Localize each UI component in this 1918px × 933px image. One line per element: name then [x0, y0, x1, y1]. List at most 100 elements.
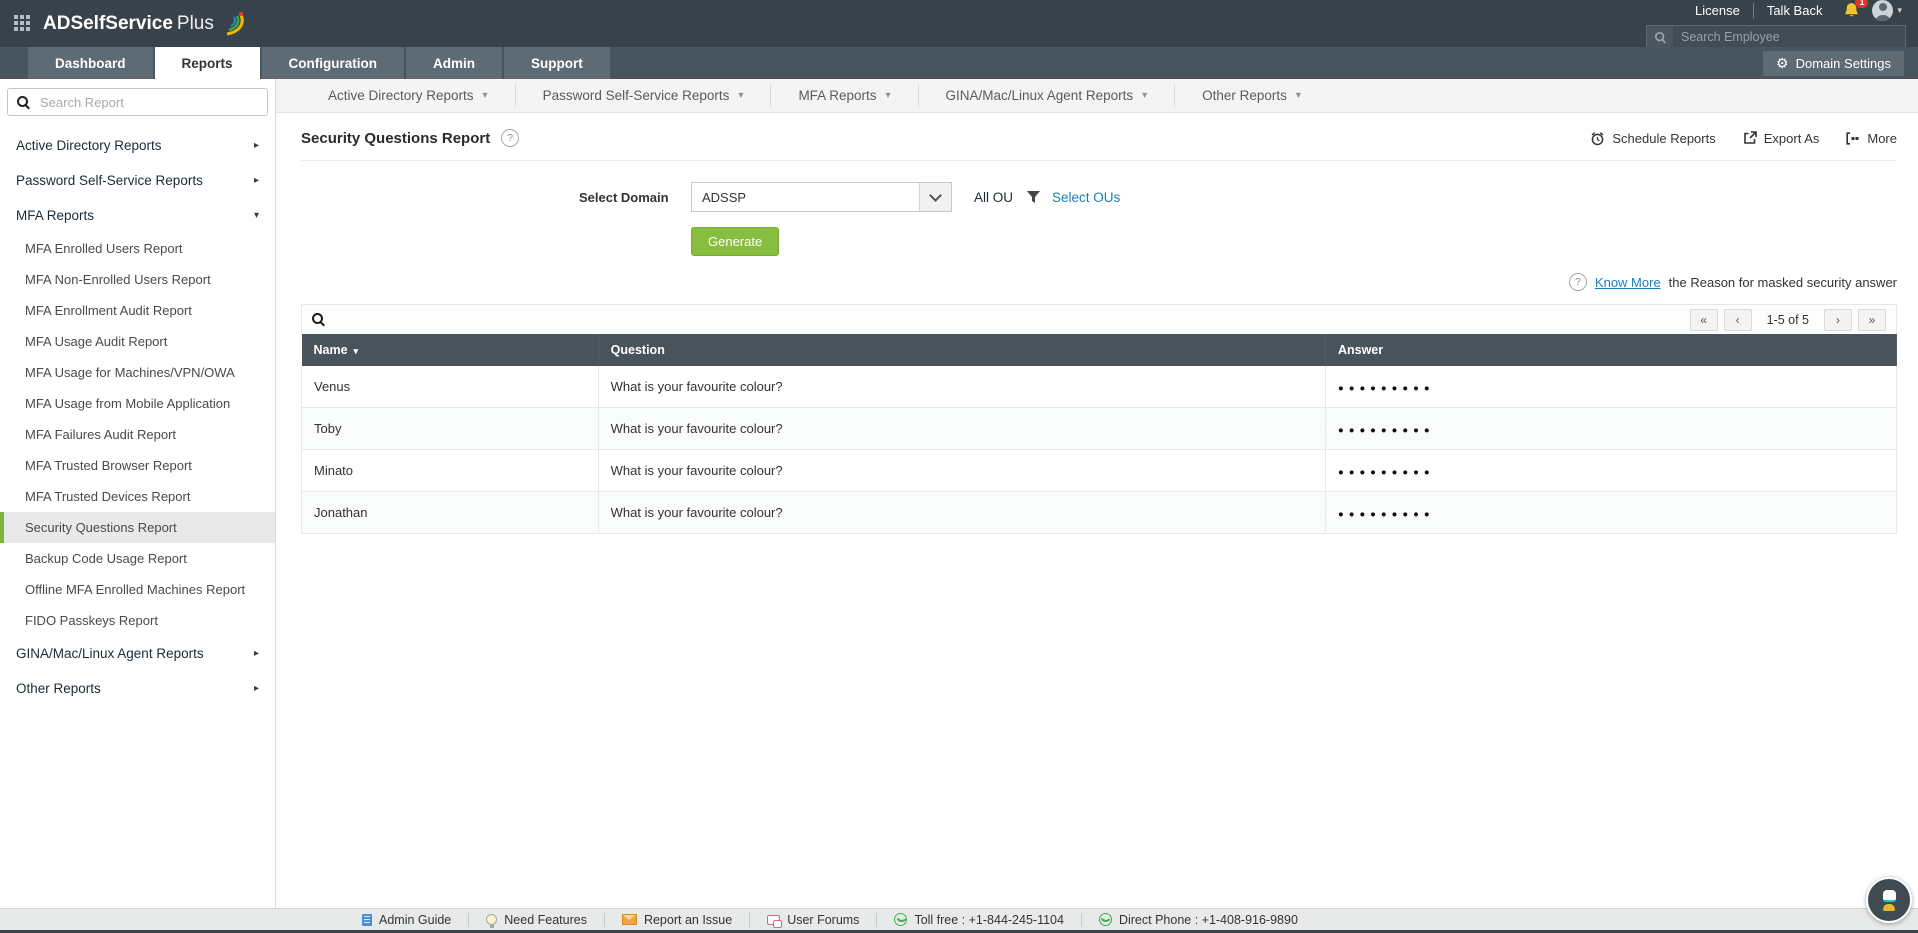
user-menu[interactable]: ▾	[1872, 0, 1906, 21]
footer-link[interactable]: Need Features	[468, 912, 604, 928]
support-chat-button[interactable]	[1866, 877, 1912, 923]
search-report-input[interactable]	[38, 93, 258, 111]
category-label: Active Directory Reports	[328, 88, 474, 103]
report-table-section: « ‹ 1-5 of 5 › » Name▾ Question Answer	[301, 304, 1898, 534]
sidebar-item-label: MFA Trusted Browser Report	[25, 458, 192, 473]
sidebar-item[interactable]: MFA Trusted Devices Report	[0, 481, 275, 512]
select-ous-link[interactable]: Select OUs	[1052, 190, 1120, 205]
sidebar-item[interactable]: Password Self-Service Reports ▸	[0, 163, 275, 198]
tab[interactable]: Reports	[154, 47, 260, 79]
tab[interactable]: Dashboard	[28, 47, 153, 79]
tab-label: Reports	[181, 55, 233, 71]
sidebar-item[interactable]: Offline MFA Enrolled Machines Report	[0, 574, 275, 605]
sidebar-item[interactable]: MFA Failures Audit Report	[0, 419, 275, 450]
footer-link[interactable]: User Forums	[749, 912, 876, 928]
help-icon[interactable]: ?	[501, 129, 520, 147]
sidebar-item[interactable]: FIDO Passkeys Report	[0, 605, 275, 636]
schedule-reports-label: Schedule Reports	[1612, 130, 1716, 146]
table-row[interactable]: Minato What is your favourite colour? ●●…	[301, 449, 1898, 492]
notifications-bell-icon[interactable]: 1	[1843, 0, 1869, 19]
chat-bot-icon	[1882, 889, 1896, 902]
column-header-question[interactable]: Question	[598, 334, 1326, 366]
cell-question: What is your favourite colour?	[597, 407, 1326, 450]
chevron-down-icon: ▾	[1295, 90, 1301, 101]
export-icon	[1743, 131, 1757, 144]
apps-grid-icon[interactable]	[14, 14, 32, 33]
chevron-down-icon: ▾	[482, 90, 488, 101]
table-row[interactable]: Jonathan What is your favourite colour? …	[301, 491, 1898, 534]
first-page-button[interactable]: «	[1689, 308, 1718, 331]
table-row[interactable]: Toby What is your favourite colour? ●●●●…	[301, 407, 1898, 450]
sort-caret-icon[interactable]: ▾	[354, 346, 359, 356]
search-icon[interactable]	[1647, 26, 1673, 48]
more-button[interactable]: More	[1846, 131, 1897, 146]
cell-name: Venus	[301, 366, 599, 408]
sidebar-item-label: MFA Trusted Devices Report	[25, 489, 191, 504]
footer-icon	[894, 913, 908, 926]
footer-link[interactable]: Toll free : +1-844-245-1104	[876, 912, 1081, 927]
cell-name: Minato	[301, 449, 599, 492]
footer-icon	[362, 913, 372, 926]
sidebar-item[interactable]: Security Questions Report	[0, 512, 275, 543]
sidebar-item[interactable]: MFA Usage from Mobile Application	[0, 388, 275, 419]
masked-answer: ●●●●●●●●●	[1337, 467, 1435, 478]
notification-badge: 1	[1855, 0, 1869, 8]
know-more-link[interactable]: Know More	[1595, 275, 1661, 290]
body: Active Directory Reports ▸ Password Self…	[0, 79, 1918, 908]
generate-button[interactable]: Generate	[691, 227, 780, 256]
license-link[interactable]: License	[1682, 3, 1754, 18]
next-page-button[interactable]: ›	[1824, 308, 1852, 331]
ou-filter-funnel-icon[interactable]	[1027, 191, 1041, 203]
more-label: More	[1867, 130, 1897, 146]
category-dropdown[interactable]: Active Directory Reports ▾	[301, 84, 515, 107]
reports-sidebar: Active Directory Reports ▸ Password Self…	[0, 79, 276, 908]
footer-link[interactable]: Direct Phone : +1-408-916-9890	[1080, 912, 1315, 927]
adselfservice-plus-app: ADSelfServicePlus License Talk Back 1 ▾	[0, 0, 1918, 933]
tab[interactable]: Support	[504, 47, 610, 79]
footer-link-label: Need Features	[504, 912, 587, 927]
sidebar-item[interactable]: Other Reports ▸	[0, 671, 275, 706]
know-more-note: ? Know More the Reason for masked securi…	[276, 273, 1918, 291]
table-row[interactable]: Venus What is your favourite colour? ●●●…	[301, 366, 1898, 408]
search-employee-input[interactable]	[1673, 30, 1905, 44]
report-actions: Schedule Reports Export As More	[1590, 131, 1897, 146]
category-dropdown[interactable]: GINA/Mac/Linux Agent Reports ▾	[917, 84, 1175, 107]
sidebar-item[interactable]: MFA Usage Audit Report	[0, 326, 275, 357]
prev-page-button[interactable]: ‹	[1723, 308, 1752, 331]
column-header-name[interactable]: Name ▾	[301, 334, 599, 366]
footer-link-label: Admin Guide	[379, 912, 452, 927]
sidebar-item[interactable]: MFA Non-Enrolled Users Report	[0, 264, 275, 295]
talkback-link[interactable]: Talk Back	[1754, 3, 1836, 18]
selected-domain-value: ADSSP	[702, 189, 747, 205]
cell-question: What is your favourite colour?	[597, 449, 1326, 492]
footer-link[interactable]: Admin Guide	[345, 913, 468, 927]
tab[interactable]: Configuration	[261, 47, 405, 79]
sidebar-item-label: MFA Non-Enrolled Users Report	[25, 272, 211, 287]
domain-settings-button[interactable]: ⚙ Domain Settings	[1763, 50, 1904, 76]
sidebar-item[interactable]: GINA/Mac/Linux Agent Reports ▸	[0, 636, 275, 671]
column-header-answer[interactable]: Answer	[1325, 334, 1898, 366]
sidebar-item[interactable]: MFA Enrollment Audit Report	[0, 295, 275, 326]
last-page-button[interactable]: »	[1858, 308, 1886, 331]
category-dropdown[interactable]: Password Self-Service Reports ▾	[514, 84, 771, 107]
footer-link[interactable]: Report an Issue	[603, 912, 749, 927]
sidebar-item[interactable]: MFA Trusted Browser Report	[0, 450, 275, 481]
sidebar-item[interactable]: Backup Code Usage Report	[0, 543, 275, 574]
schedule-reports-button[interactable]: Schedule Reports	[1590, 130, 1716, 146]
sidebar-item[interactable]: MFA Enrolled Users Report	[0, 233, 275, 264]
search-icon	[17, 95, 30, 109]
export-as-button[interactable]: Export As	[1743, 131, 1819, 146]
sidebar-item-label: MFA Enrolled Users Report	[25, 241, 183, 256]
select-domain-dropdown[interactable]: ADSSP	[691, 182, 952, 212]
footer-link-label: Report an Issue	[643, 912, 733, 927]
category-dropdown[interactable]: Other Reports ▾	[1174, 84, 1328, 107]
category-dropdown[interactable]: MFA Reports ▾	[770, 84, 917, 107]
report-category-nav: Active Directory Reports ▾ Password Self…	[276, 79, 1918, 113]
sidebar-item[interactable]: MFA Reports ▾	[0, 198, 275, 233]
table-search-icon[interactable]	[312, 313, 325, 326]
tab-label: Configuration	[288, 55, 378, 71]
tab[interactable]: Admin	[406, 47, 503, 79]
sidebar-item[interactable]: MFA Usage for Machines/VPN/OWA	[0, 357, 275, 388]
sidebar-item[interactable]: Active Directory Reports ▸	[0, 128, 275, 163]
dropdown-chevron-button[interactable]	[919, 183, 951, 211]
